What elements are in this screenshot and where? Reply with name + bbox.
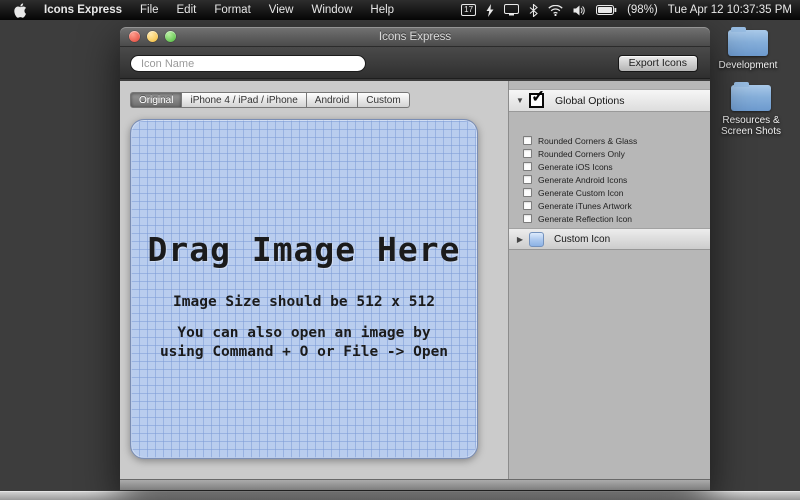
input-source-badge[interactable]: 17 bbox=[461, 4, 477, 16]
apple-menu-icon[interactable] bbox=[10, 2, 35, 18]
menu-clock[interactable]: Tue Apr 12 10:37:35 PM bbox=[668, 4, 792, 16]
icons-express-window: Icons Express Export Icons Original iPho… bbox=[120, 27, 710, 490]
checkbox[interactable] bbox=[523, 175, 532, 184]
image-drop-area[interactable]: Drag Image Here Image Size should be 512… bbox=[130, 119, 478, 459]
global-options-checkbox[interactable]: ✓ bbox=[529, 87, 545, 108]
menu-bar-status: 17 (98%) Tue Apr 12 10:37:35 PM bbox=[461, 3, 800, 17]
desktop-icon-label: Resources & Screen Shots bbox=[720, 115, 782, 137]
custom-icon-thumbnail bbox=[529, 231, 544, 247]
global-options-header[interactable]: ▼ ✓ Global Options bbox=[509, 87, 710, 112]
drop-area-subtitle: Image Size should be 512 x 512 bbox=[173, 294, 435, 310]
traffic-lights bbox=[120, 31, 176, 42]
drop-area-hint: You can also open an image by using Comm… bbox=[131, 324, 477, 362]
main-pane: Original iPhone 4 / iPad / iPhone Androi… bbox=[120, 81, 508, 479]
minimize-button[interactable] bbox=[147, 31, 158, 42]
menu-bar-left: Icons Express File Edit Format View Wind… bbox=[0, 0, 403, 20]
tab-custom[interactable]: Custom bbox=[358, 92, 410, 108]
volume-icon[interactable] bbox=[573, 5, 586, 16]
checkbox[interactable] bbox=[523, 136, 532, 145]
window-title: Icons Express bbox=[378, 30, 452, 43]
window-titlebar[interactable]: Icons Express bbox=[120, 27, 710, 47]
global-options-label: Global Options bbox=[555, 94, 625, 107]
window-bottom-bar bbox=[120, 479, 710, 490]
option-row-generate-ios[interactable]: Generate iOS Icons bbox=[509, 160, 710, 173]
display-icon[interactable] bbox=[504, 4, 520, 16]
desktop-icon-development[interactable]: Development bbox=[709, 27, 787, 71]
option-row-generate-reflection[interactable]: Generate Reflection Icon bbox=[509, 212, 710, 225]
option-row-rounded-corners-only[interactable]: Rounded Corners Only bbox=[509, 147, 710, 160]
option-row-generate-itunes[interactable]: Generate iTunes Artwork bbox=[509, 199, 710, 212]
drop-hint-line1: You can also open an image by bbox=[177, 325, 431, 341]
checkbox[interactable] bbox=[523, 214, 532, 223]
checkbox[interactable] bbox=[523, 162, 532, 171]
menu-bar: Icons Express File Edit Format View Wind… bbox=[0, 0, 800, 20]
option-row-rounded-corners-glass[interactable]: Rounded Corners & Glass bbox=[509, 134, 710, 147]
disclosure-right-icon[interactable]: ▶ bbox=[514, 235, 526, 244]
window-content: Original iPhone 4 / iPad / iPhone Androi… bbox=[120, 81, 710, 479]
checkmark-icon: ✓ bbox=[531, 87, 546, 106]
menu-window[interactable]: Window bbox=[302, 0, 361, 20]
folder-icon bbox=[728, 27, 768, 56]
zoom-button[interactable] bbox=[165, 31, 176, 42]
menu-help[interactable]: Help bbox=[361, 0, 403, 20]
menu-app-name[interactable]: Icons Express bbox=[35, 0, 131, 20]
tab-android[interactable]: Android bbox=[306, 92, 359, 108]
menu-file[interactable]: File bbox=[131, 0, 168, 20]
folder-icon bbox=[731, 82, 771, 111]
disclosure-down-icon[interactable]: ▼ bbox=[514, 96, 526, 105]
desktop-icon-label: Development bbox=[718, 60, 778, 71]
tab-original[interactable]: Original bbox=[130, 92, 183, 108]
desktop-icon-resources[interactable]: Resources & Screen Shots bbox=[712, 82, 790, 137]
options-sidebar: ▼ ✓ Global Options Rounded Corners & Gla… bbox=[508, 81, 710, 479]
bluetooth-icon[interactable] bbox=[529, 3, 538, 17]
wifi-icon[interactable] bbox=[548, 4, 563, 16]
menu-format[interactable]: Format bbox=[205, 0, 259, 20]
device-segmented-control: Original iPhone 4 / iPad / iPhone Androi… bbox=[130, 92, 410, 108]
option-row-generate-android[interactable]: Generate Android Icons bbox=[509, 173, 710, 186]
checkbox[interactable] bbox=[523, 188, 532, 197]
options-list: Rounded Corners & Glass Rounded Corners … bbox=[509, 134, 710, 225]
menu-view[interactable]: View bbox=[260, 0, 303, 20]
dock-edge bbox=[0, 491, 800, 500]
custom-icon-label: Custom Icon bbox=[554, 233, 611, 245]
custom-icon-row[interactable]: ▶ Custom Icon bbox=[509, 228, 710, 250]
battery-percent[interactable]: (98%) bbox=[627, 4, 658, 16]
charging-bolt-icon[interactable] bbox=[486, 3, 494, 17]
menu-edit[interactable]: Edit bbox=[168, 0, 206, 20]
option-row-generate-custom[interactable]: Generate Custom Icon bbox=[509, 186, 710, 199]
drop-area-title: Drag Image Here bbox=[147, 230, 461, 269]
close-button[interactable] bbox=[129, 31, 140, 42]
export-icons-button[interactable]: Export Icons bbox=[617, 55, 698, 72]
battery-icon[interactable] bbox=[596, 5, 617, 15]
tab-iphone-ipad[interactable]: iPhone 4 / iPad / iPhone bbox=[182, 92, 307, 108]
checkbox[interactable] bbox=[523, 201, 532, 210]
drop-hint-line2: using Command + O or File -> Open bbox=[159, 343, 449, 360]
checkbox[interactable] bbox=[523, 149, 532, 158]
icon-name-input[interactable] bbox=[130, 55, 366, 72]
window-toolbar: Export Icons bbox=[120, 47, 710, 79]
